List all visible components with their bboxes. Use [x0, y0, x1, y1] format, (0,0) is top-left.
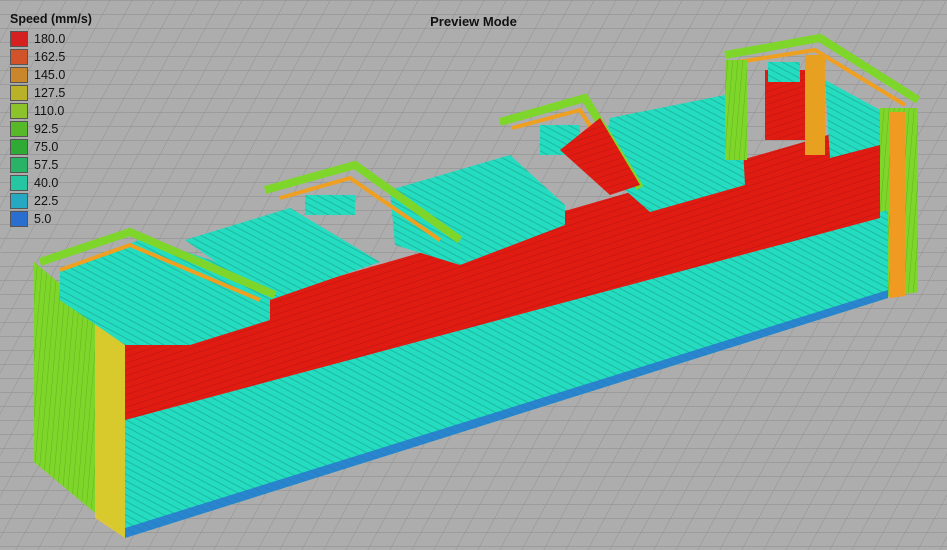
legend-row: 180.0: [10, 30, 92, 48]
legend-label: 57.5: [34, 158, 59, 172]
legend-title: Speed (mm/s): [10, 12, 92, 26]
legend-label: 162.5: [34, 50, 66, 64]
preview-viewport[interactable]: Preview Mode Speed (mm/s) 180.0 162.5 145.…: [0, 0, 947, 550]
legend-label: 145.0: [34, 68, 66, 82]
legend-label: 75.0: [34, 140, 59, 154]
legend-row: 92.5: [10, 120, 92, 138]
pillar-left: [725, 60, 747, 160]
legend-swatch: [10, 121, 28, 137]
legend-swatch: [10, 49, 28, 65]
legend-rows: 180.0 162.5 145.0 127.5 110.0 92.5 75.0 57.5 40.…: [10, 30, 92, 228]
legend-row: 57.5: [10, 156, 92, 174]
legend-swatch: [10, 175, 28, 191]
legend-swatch: [10, 103, 28, 119]
legend-swatch: [10, 67, 28, 83]
legend-row: 145.0: [10, 66, 92, 84]
speed-legend: Speed (mm/s) 180.0 162.5 145.0 127.5 110.0 92…: [10, 12, 92, 228]
legend-label: 110.0: [34, 104, 65, 118]
right-end-wall-bands: [890, 112, 905, 298]
left-wall-bands: [95, 318, 125, 538]
legend-row: 40.0: [10, 174, 92, 192]
legend-swatch: [10, 193, 28, 209]
legend-label: 180.0: [34, 32, 66, 46]
pillar-orange: [805, 55, 825, 155]
legend-label: 127.5: [34, 86, 66, 100]
legend-label: 40.0: [34, 176, 59, 190]
legend-row: 127.5: [10, 84, 92, 102]
legend-row: 22.5: [10, 192, 92, 210]
legend-label: 5.0: [34, 212, 52, 226]
viewport-title: Preview Mode: [430, 14, 517, 29]
legend-swatch: [10, 85, 28, 101]
legend-swatch: [10, 139, 28, 155]
legend-row: 5.0: [10, 210, 92, 228]
legend-swatch: [10, 157, 28, 173]
pillar-teal: [768, 62, 800, 82]
slot-teal-2: [305, 195, 355, 215]
legend-row: 162.5: [10, 48, 92, 66]
legend-label: 92.5: [34, 122, 59, 136]
legend-swatch: [10, 211, 28, 227]
legend-row: 75.0: [10, 138, 92, 156]
legend-row: 110.0: [10, 102, 92, 120]
model-preview-scene[interactable]: [0, 0, 947, 550]
legend-swatch: [10, 31, 28, 47]
legend-label: 22.5: [34, 194, 59, 208]
